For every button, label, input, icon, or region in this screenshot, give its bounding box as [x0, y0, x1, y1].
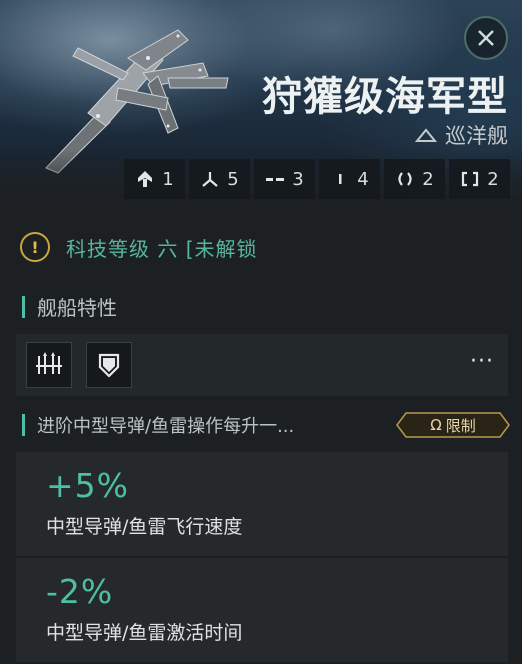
- bonus-description: 中型导弹/鱼雷激活时间: [46, 622, 243, 644]
- high-slot-icon: [138, 171, 153, 187]
- slot-mid: 3: [254, 159, 315, 199]
- slot-turret: 5: [189, 159, 250, 199]
- ship-name: 狩獾级海军型: [262, 74, 508, 120]
- close-icon: [478, 30, 494, 46]
- rig-icon: [398, 172, 412, 186]
- ship-class-label: 巡洋舰: [445, 124, 508, 148]
- slot-high: 1: [124, 159, 185, 199]
- slot-low-count: 4: [357, 168, 369, 190]
- limit-badge[interactable]: Ω 限制: [396, 412, 510, 438]
- bonus-card: +5% 中型导弹/鱼雷飞行速度: [16, 452, 508, 556]
- traits-section-header: 舰船特性: [22, 292, 117, 321]
- slot-high-count: 1: [162, 168, 174, 190]
- bonus-header-text: 进阶中型导弹/鱼雷操作每升一...: [37, 416, 295, 437]
- ship-class: 巡洋舰: [415, 120, 508, 150]
- bonus-value: -2%: [46, 572, 114, 611]
- missile-launcher-icon: [36, 352, 62, 374]
- limit-badge-label: 限制: [445, 416, 476, 435]
- slot-mid-count: 3: [292, 168, 304, 190]
- slot-subsystem-count: 2: [487, 168, 499, 190]
- more-options-button[interactable]: ···: [470, 351, 494, 373]
- bonus-value: +5%: [46, 466, 130, 505]
- slot-rig-count: 2: [422, 168, 434, 190]
- ship-image: [45, 29, 229, 174]
- bonus-card: -2% 中型导弹/鱼雷激活时间: [16, 558, 508, 662]
- shield-icon: [98, 353, 120, 378]
- slot-subsystem: 2: [449, 159, 510, 199]
- traits-title: 舰船特性: [37, 296, 117, 320]
- close-button[interactable]: [464, 16, 508, 60]
- traits-panel: ···: [16, 334, 508, 396]
- subsystem-icon: [462, 171, 479, 187]
- ship-hero-banner: 狩獾级海军型 巡洋舰 1 5 3 4 2 2: [0, 0, 522, 210]
- tech-level-text: 科技等级 六 [未解锁: [66, 236, 258, 261]
- missile-launcher-skill-icon[interactable]: [26, 342, 72, 388]
- tech-level-row[interactable]: ! 科技等级 六 [未解锁: [20, 227, 502, 267]
- slot-low: 4: [319, 159, 380, 199]
- shield-skill-icon[interactable]: [86, 342, 132, 388]
- ship-info-panel: 狩獾级海军型 巡洋舰 1 5 3 4 2 2 ! 科技等级 六 [未解锁 舰船特…: [0, 0, 522, 664]
- section-bar: [22, 295, 25, 318]
- low-slot-icon: [339, 174, 342, 184]
- mid-slot-icon: [266, 178, 285, 181]
- omega-icon: Ω: [430, 416, 442, 434]
- slot-rig: 2: [384, 159, 445, 199]
- slot-layout: 1 5 3 4 2 2: [124, 159, 510, 199]
- bonus-description: 中型导弹/鱼雷飞行速度: [46, 516, 243, 538]
- cruiser-class-icon: [415, 128, 437, 142]
- turret-icon: [202, 172, 218, 187]
- slot-turret-count: 5: [227, 168, 239, 190]
- section-bar: [22, 414, 25, 436]
- warning-icon: !: [20, 232, 50, 262]
- bonus-section-header: 进阶中型导弹/鱼雷操作每升一... Ω 限制: [22, 412, 510, 438]
